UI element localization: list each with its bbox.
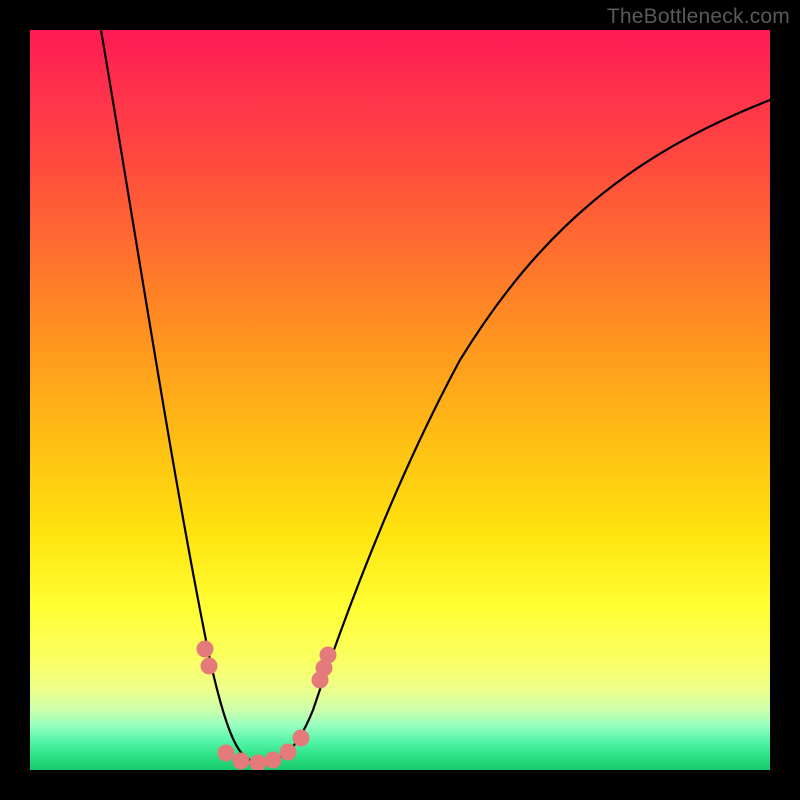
curve-marker	[250, 755, 267, 771]
curve-marker	[320, 647, 337, 664]
curve-marker	[265, 752, 282, 769]
curve-marker	[201, 658, 218, 675]
curve-marker	[293, 730, 310, 747]
chart-container: TheBottleneck.com	[0, 0, 800, 800]
watermark-text: TheBottleneck.com	[607, 5, 790, 29]
curve-marker	[233, 753, 250, 770]
curve-marker	[280, 744, 297, 761]
chart-svg	[30, 30, 770, 770]
plot-area	[30, 30, 770, 770]
curve-marker	[197, 641, 214, 658]
curve-marker	[218, 745, 235, 762]
